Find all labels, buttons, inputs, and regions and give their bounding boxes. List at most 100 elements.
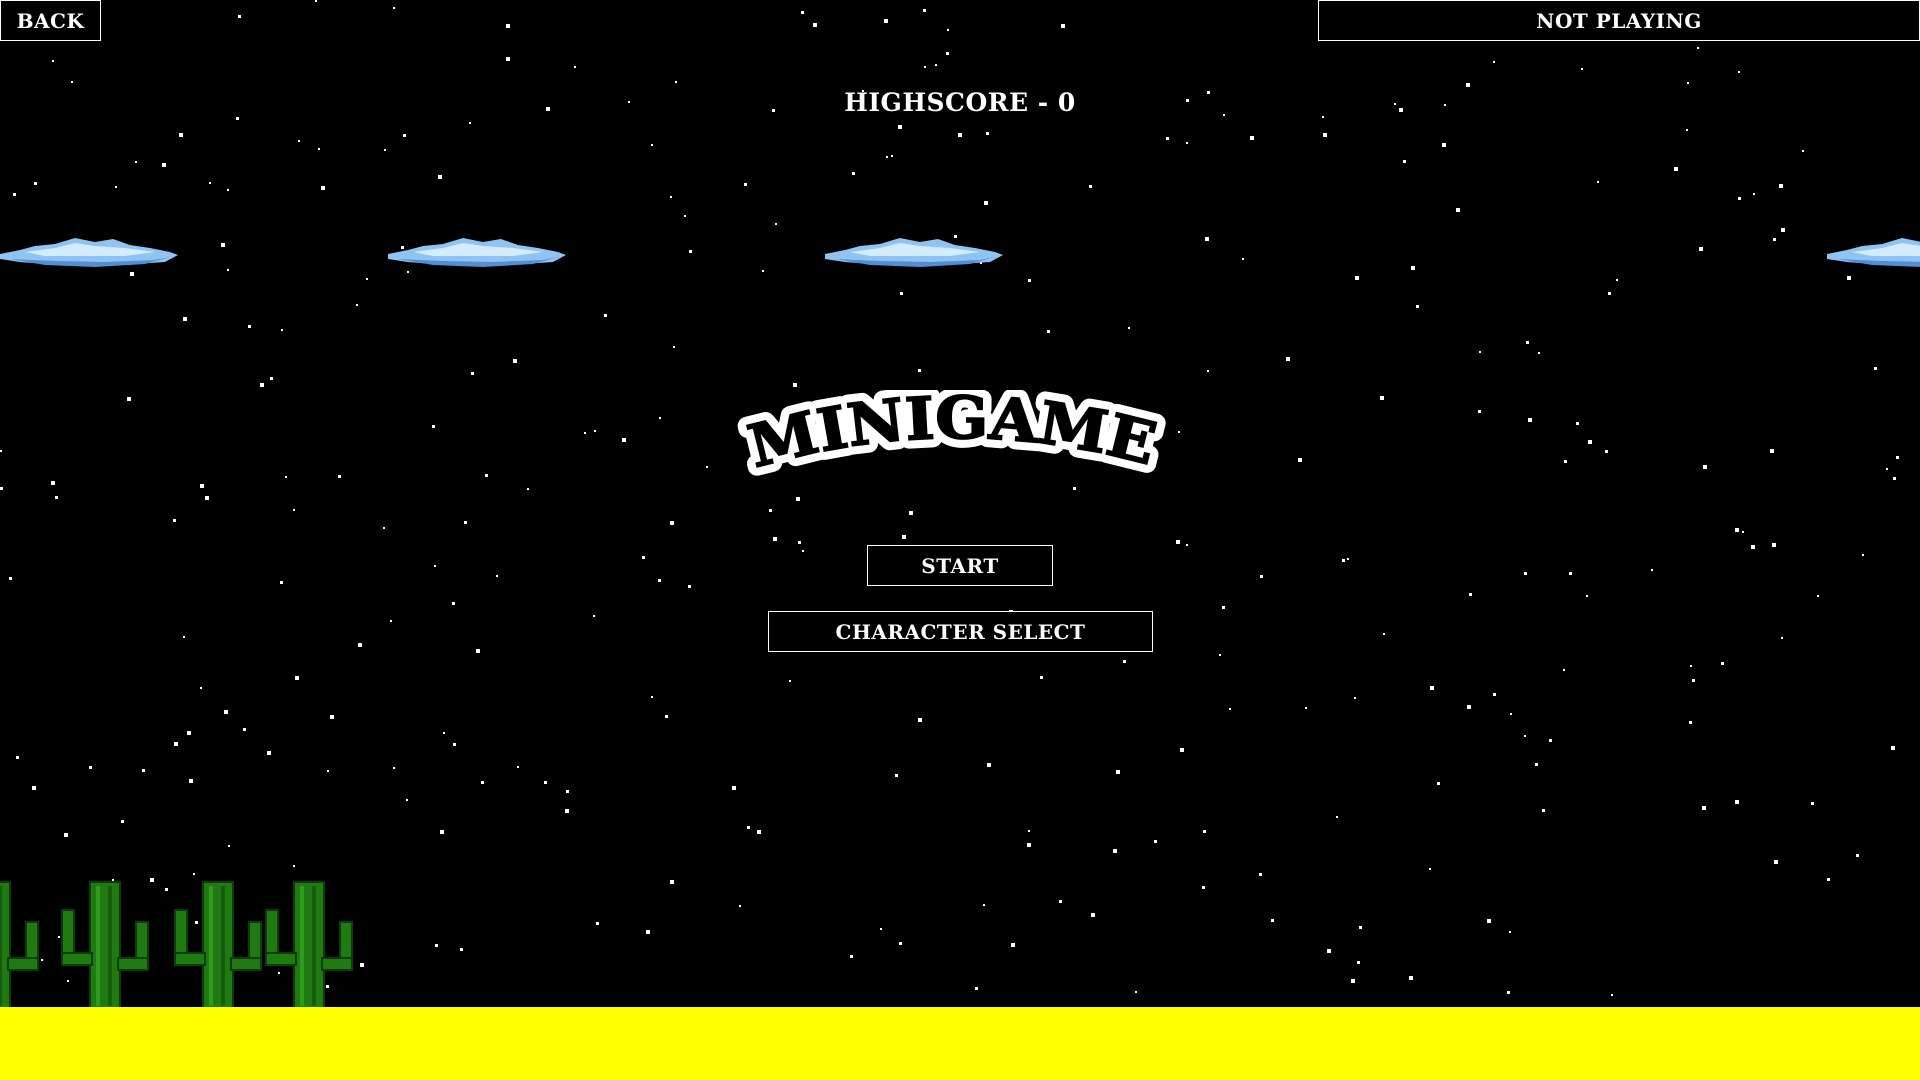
star	[1524, 735, 1526, 737]
cactus-icon	[174, 881, 262, 1011]
star	[1242, 258, 1244, 260]
star	[1891, 746, 1895, 750]
star	[544, 781, 547, 784]
star	[1616, 279, 1618, 281]
star	[1576, 422, 1579, 425]
star	[884, 19, 888, 23]
star	[747, 826, 750, 829]
star	[221, 243, 225, 247]
star	[1442, 143, 1446, 147]
star	[1735, 800, 1739, 804]
star	[281, 329, 283, 331]
highscore-label: HIGHSCORE	[844, 88, 1029, 117]
star	[243, 728, 246, 731]
star	[706, 466, 708, 468]
star	[757, 830, 761, 834]
star	[958, 133, 962, 137]
cactus-icon	[0, 881, 39, 1011]
star	[1735, 528, 1739, 532]
star	[121, 820, 124, 823]
star	[1347, 558, 1349, 560]
star	[1702, 806, 1706, 810]
svg-text:MINIGAME: MINIGAME	[742, 390, 1163, 481]
star	[517, 766, 519, 768]
star	[1411, 266, 1415, 270]
highscore-value: 0	[1057, 88, 1076, 117]
star	[935, 64, 937, 66]
star	[460, 948, 463, 951]
star	[1781, 228, 1785, 232]
star	[1542, 809, 1545, 812]
star	[1526, 341, 1529, 344]
star	[453, 743, 456, 746]
star	[880, 928, 882, 930]
star	[1770, 449, 1774, 453]
star	[975, 987, 978, 990]
star	[260, 383, 264, 387]
star	[689, 250, 692, 253]
star	[1874, 367, 1877, 370]
star	[909, 511, 913, 515]
star	[1250, 136, 1254, 140]
star	[189, 779, 193, 783]
star	[1357, 961, 1360, 964]
character-select-button[interactable]: CHARACTER SELECT	[768, 611, 1153, 652]
star	[1180, 748, 1184, 752]
star	[1409, 976, 1413, 980]
star	[1507, 991, 1510, 994]
back-button[interactable]: BACK	[0, 0, 101, 41]
star	[1493, 61, 1495, 63]
star	[1479, 351, 1481, 353]
star	[280, 581, 283, 584]
star	[115, 186, 117, 188]
star	[1089, 185, 1092, 188]
star	[1510, 713, 1512, 715]
star	[801, 11, 804, 14]
star	[923, 9, 926, 12]
star	[496, 575, 498, 577]
star	[1403, 160, 1406, 163]
star	[485, 474, 488, 477]
minigame-logo: MINIGAME MINIGAME	[735, 390, 1172, 490]
star	[793, 383, 797, 387]
star	[1742, 531, 1744, 533]
star	[684, 215, 686, 217]
star	[52, 60, 54, 62]
star	[200, 484, 204, 488]
star	[622, 438, 626, 442]
star	[899, 942, 902, 945]
start-button[interactable]: START	[867, 545, 1053, 586]
star	[902, 535, 906, 539]
star	[150, 878, 154, 882]
star	[895, 774, 898, 777]
star	[321, 186, 325, 190]
star	[1437, 782, 1440, 785]
star	[236, 117, 239, 120]
star	[1802, 150, 1804, 152]
star	[665, 715, 668, 718]
star	[55, 496, 58, 499]
star	[1091, 913, 1095, 917]
star	[658, 579, 661, 582]
cactus-icon	[61, 881, 149, 1011]
star	[506, 57, 510, 61]
star	[1524, 572, 1527, 575]
star	[1219, 654, 1221, 656]
star	[1549, 739, 1552, 742]
star	[1564, 460, 1567, 463]
star	[1469, 593, 1472, 596]
music-status-indicator: NOT PLAYING	[1318, 0, 1920, 41]
star	[891, 155, 893, 157]
star	[438, 175, 442, 179]
star	[584, 432, 586, 434]
star	[1493, 693, 1496, 696]
desert-ground	[0, 1007, 1920, 1080]
star	[130, 272, 134, 276]
star	[390, 620, 392, 622]
star	[1697, 47, 1699, 49]
star	[228, 845, 230, 847]
star	[1207, 370, 1209, 372]
star	[1597, 181, 1599, 183]
star	[1061, 24, 1065, 28]
star	[1359, 926, 1362, 929]
